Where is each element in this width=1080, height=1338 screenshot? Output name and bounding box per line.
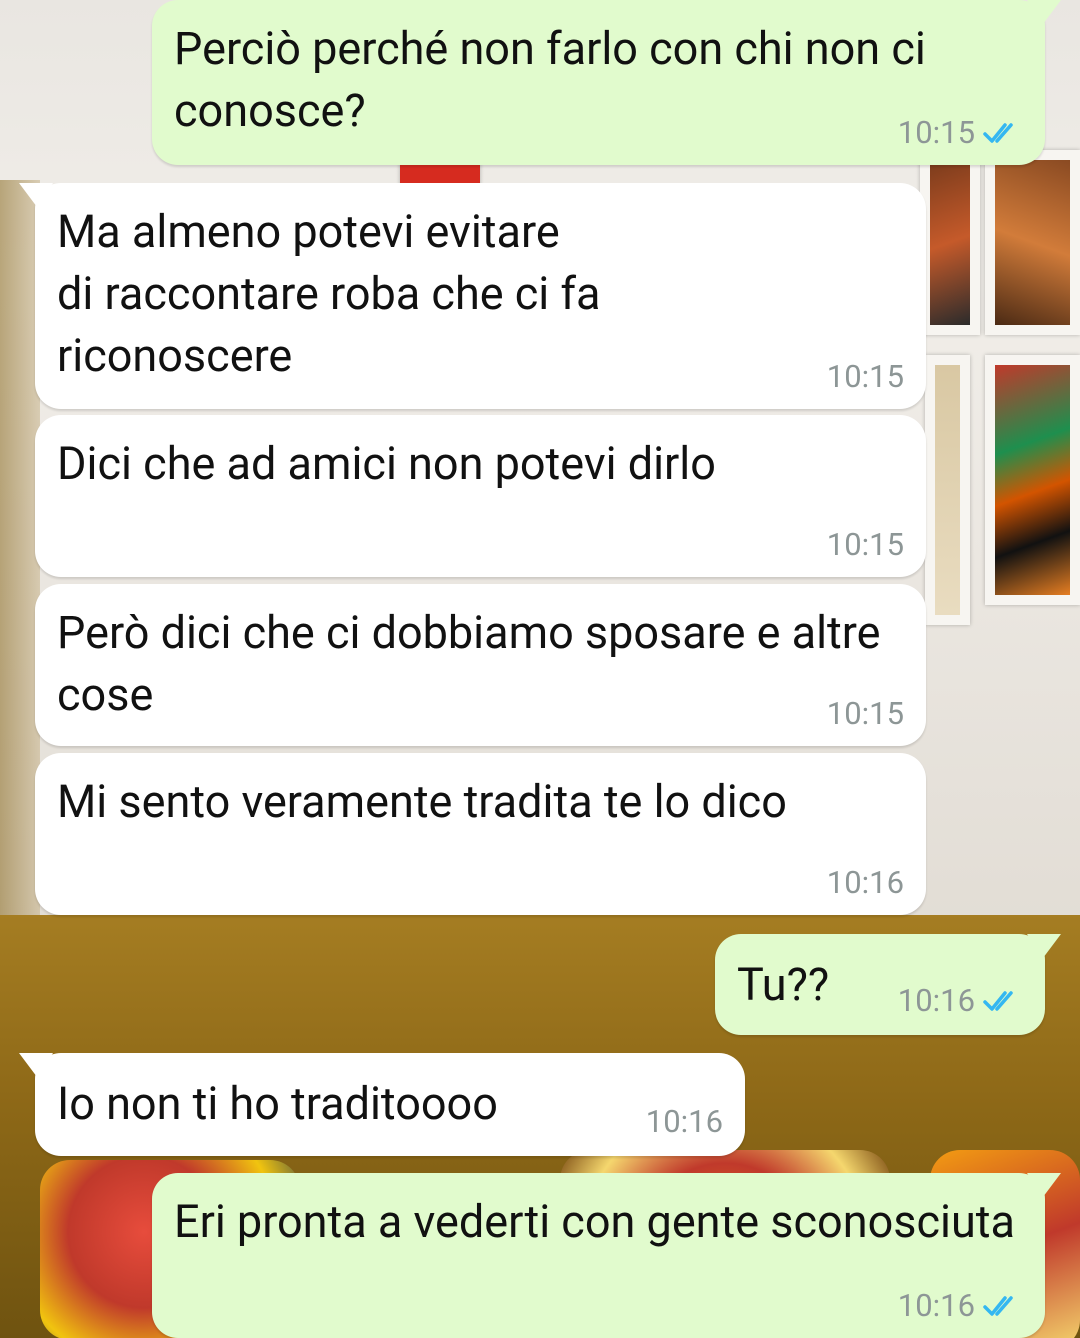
wallpaper-painting	[985, 355, 1080, 605]
message-meta: 10:15	[827, 527, 904, 563]
bubble-tail-icon	[1027, 934, 1061, 958]
message-bubble-incoming[interactable]: Dici che ad amici non potevi dirlo 10:15	[35, 415, 926, 577]
message-bubble-incoming[interactable]: Io non ti ho traditoooo 10:16	[19, 1053, 745, 1156]
bubble-tail-icon	[1027, 0, 1061, 24]
message-bubble-outgoing[interactable]: Tu?? 10:16	[715, 934, 1061, 1035]
message-bubble-outgoing[interactable]: Eri pronta a vederti con gente sconosciu…	[152, 1173, 1061, 1338]
message-time: 10:16	[645, 1103, 723, 1140]
message-meta: 10:16	[898, 1288, 1023, 1324]
bubble-tail-icon	[19, 1053, 53, 1077]
message-time: 10:15	[826, 526, 904, 563]
wallpaper-painting	[920, 150, 980, 335]
message-bubble-outgoing[interactable]: Perciò perché non farlo con chi non ci c…	[152, 0, 1061, 165]
message-time: 10:16	[897, 982, 975, 1019]
message-meta: 10:16	[827, 865, 904, 901]
message-text: Perciò perché non farlo con chi non ci c…	[174, 22, 937, 137]
message-meta: 10:15	[827, 696, 904, 732]
message-time: 10:16	[826, 864, 904, 901]
message-bubble-incoming[interactable]: Però dici che ci dobbiamo sposare e altr…	[35, 584, 926, 746]
message-time: 10:15	[826, 358, 904, 395]
read-double-check-icon	[983, 1296, 1013, 1316]
message-text: Eri pronta a vederti con gente sconosciu…	[174, 1195, 1015, 1248]
message-text: Dici che ad amici non potevi dirlo	[57, 437, 716, 490]
message-bubble-incoming[interactable]: Ma almeno potevi evitare di raccontare r…	[19, 183, 926, 409]
message-text: Però dici che ci dobbiamo sposare e altr…	[57, 606, 892, 721]
message-meta: 10:16	[646, 1104, 723, 1140]
message-text: Ma almeno potevi evitare di raccontare r…	[57, 205, 601, 382]
message-time: 10:15	[897, 114, 975, 151]
message-bubble-incoming[interactable]: Mi sento veramente tradita te lo dico 10…	[35, 753, 926, 915]
read-double-check-icon	[983, 991, 1013, 1011]
message-meta: 10:15	[827, 359, 904, 395]
message-meta: 10:16	[898, 983, 1023, 1019]
bubble-tail-icon	[19, 183, 53, 207]
message-time: 10:15	[826, 695, 904, 732]
bubble-tail-icon	[1027, 1173, 1061, 1197]
wallpaper-painting	[985, 150, 1080, 335]
message-meta: 10:15	[898, 115, 1023, 151]
message-text: Io non ti ho traditoooo	[57, 1077, 498, 1130]
message-time: 10:16	[897, 1287, 975, 1324]
message-text: Mi sento veramente tradita te lo dico	[57, 775, 787, 828]
read-double-check-icon	[983, 123, 1013, 143]
wallpaper-painting	[925, 355, 970, 625]
